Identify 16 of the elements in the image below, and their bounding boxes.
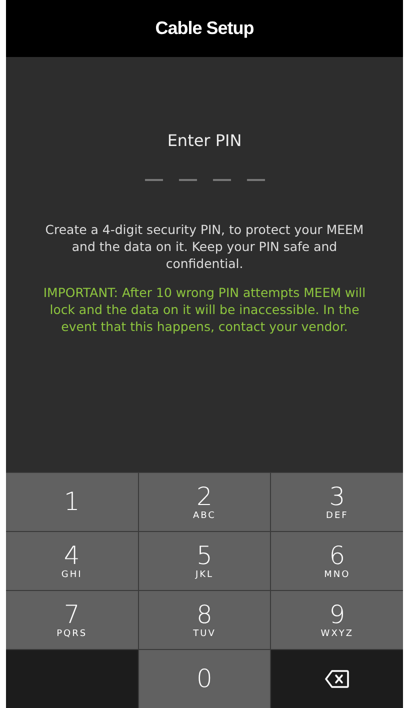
keypad-key[interactable]: 5 JKL [138,532,270,590]
warning-text: IMPORTANT: After 10 wrong PIN attempts MEEM will lock and the data on it will be inaccessible. In the event that this happens, contact your vendor. [42,284,367,335]
keypad-key[interactable]: 6 MNO [271,532,403,590]
keypad-key[interactable]: 8 TUV [138,591,270,649]
keypad-key[interactable]: 7 PQRS [6,591,138,649]
keypad-key[interactable]: 3 DEF [271,473,403,531]
keypad-key[interactable]: 1 [6,473,138,531]
keypad-key[interactable]: 0 [138,650,270,708]
keypad-key[interactable]: 4 GHI [6,532,138,590]
backspace-icon [325,670,350,688]
screen-title: Cable Setup [155,18,254,39]
keypad-key[interactable]: 2 ABC [138,473,270,531]
pin-prompt: Enter PIN [167,131,242,150]
description-text: Create a 4-digit security PIN, to protect your MEEM and the data on it. Keep your PIN safe and confidential. [44,221,365,272]
backspace-button[interactable] [323,668,352,690]
keypad-key[interactable]: 9 WXYZ [271,591,403,649]
